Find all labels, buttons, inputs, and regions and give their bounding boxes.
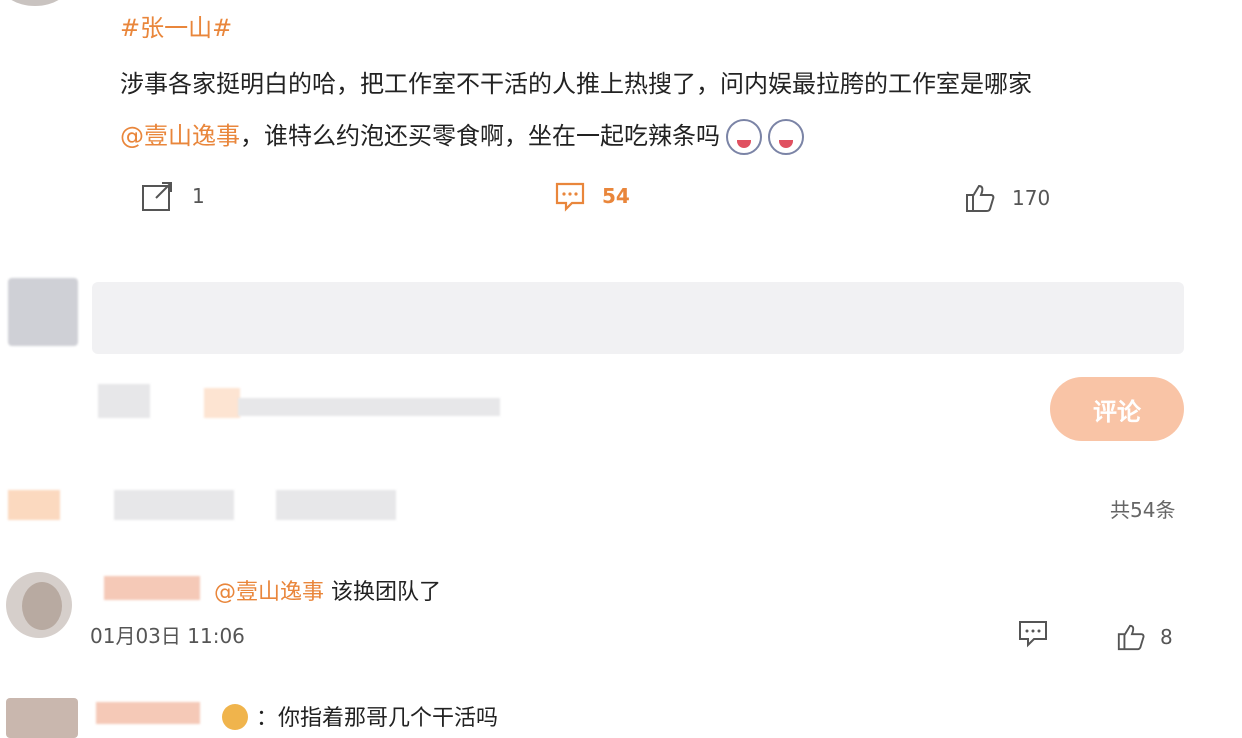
emoji-picker-icon[interactable] [98,384,150,418]
comment-body: 该换团队了 [331,580,442,605]
repost-option[interactable] [238,398,500,416]
avatar[interactable] [6,572,72,638]
comment-icon [1019,621,1047,648]
filter-tab[interactable] [276,490,396,520]
post-text-line2: @壹山逸事，谁特么约泡还买零食啊，坐在一起吃辣条吗 [120,110,1200,162]
post-body: 涉事各家挺明白的哈，把工作室不干活的人推上热搜了，问内娱最拉胯的工作室是哪家 @… [120,58,1200,162]
reply-button[interactable] [1018,620,1048,652]
thumbs-up-icon [964,182,996,214]
comment-body: ：你指着那哥几个干活吗 [256,706,499,731]
comment-username[interactable] [96,702,200,724]
thumbs-up-icon [1117,624,1145,651]
sort-tab-hot[interactable] [8,490,60,520]
sort-tab-time[interactable] [114,490,234,520]
author-avatar[interactable] [0,0,70,6]
like-count: 170 [1012,186,1051,210]
badge-icon [222,704,248,730]
share-count: 1 [192,184,205,208]
emoji-icon [726,119,762,155]
post-text-line2-rest: ，谁特么约泡还买零食啊，坐在一起吃辣条吗 [240,122,720,150]
like-action[interactable]: 170 [964,182,1050,214]
post-text-line1: 涉事各家挺明白的哈，把工作室不干活的人推上热搜了，问内娱最拉胯的工作室是哪家 [120,70,1032,98]
comment-count: 54 [602,184,630,208]
share-action[interactable]: 1 [140,180,205,212]
comment-icon [554,180,586,212]
submit-comment-button[interactable]: 评论 [1050,377,1184,441]
comment-text: @壹山逸事 该换团队了 [214,574,441,606]
comment-like-action[interactable]: 8 [1116,622,1173,652]
comment-action[interactable]: 54 [554,180,630,212]
mention-link[interactable]: @壹山逸事 [214,580,324,605]
emoji-icon [768,119,804,155]
share-icon [140,180,176,212]
hashtag-link[interactable]: #张一山# [120,8,232,43]
comment-username[interactable] [104,576,200,600]
avatar[interactable] [6,698,78,738]
comment-like-count: 8 [1160,625,1173,649]
comment-time: 01月03日 11:06 [90,624,245,648]
my-avatar [8,278,78,346]
mention-link[interactable]: @壹山逸事 [120,122,240,150]
comment-total: 共54条 [1110,498,1176,522]
comment-input[interactable] [92,282,1184,354]
checkbox-icon[interactable] [204,388,240,418]
